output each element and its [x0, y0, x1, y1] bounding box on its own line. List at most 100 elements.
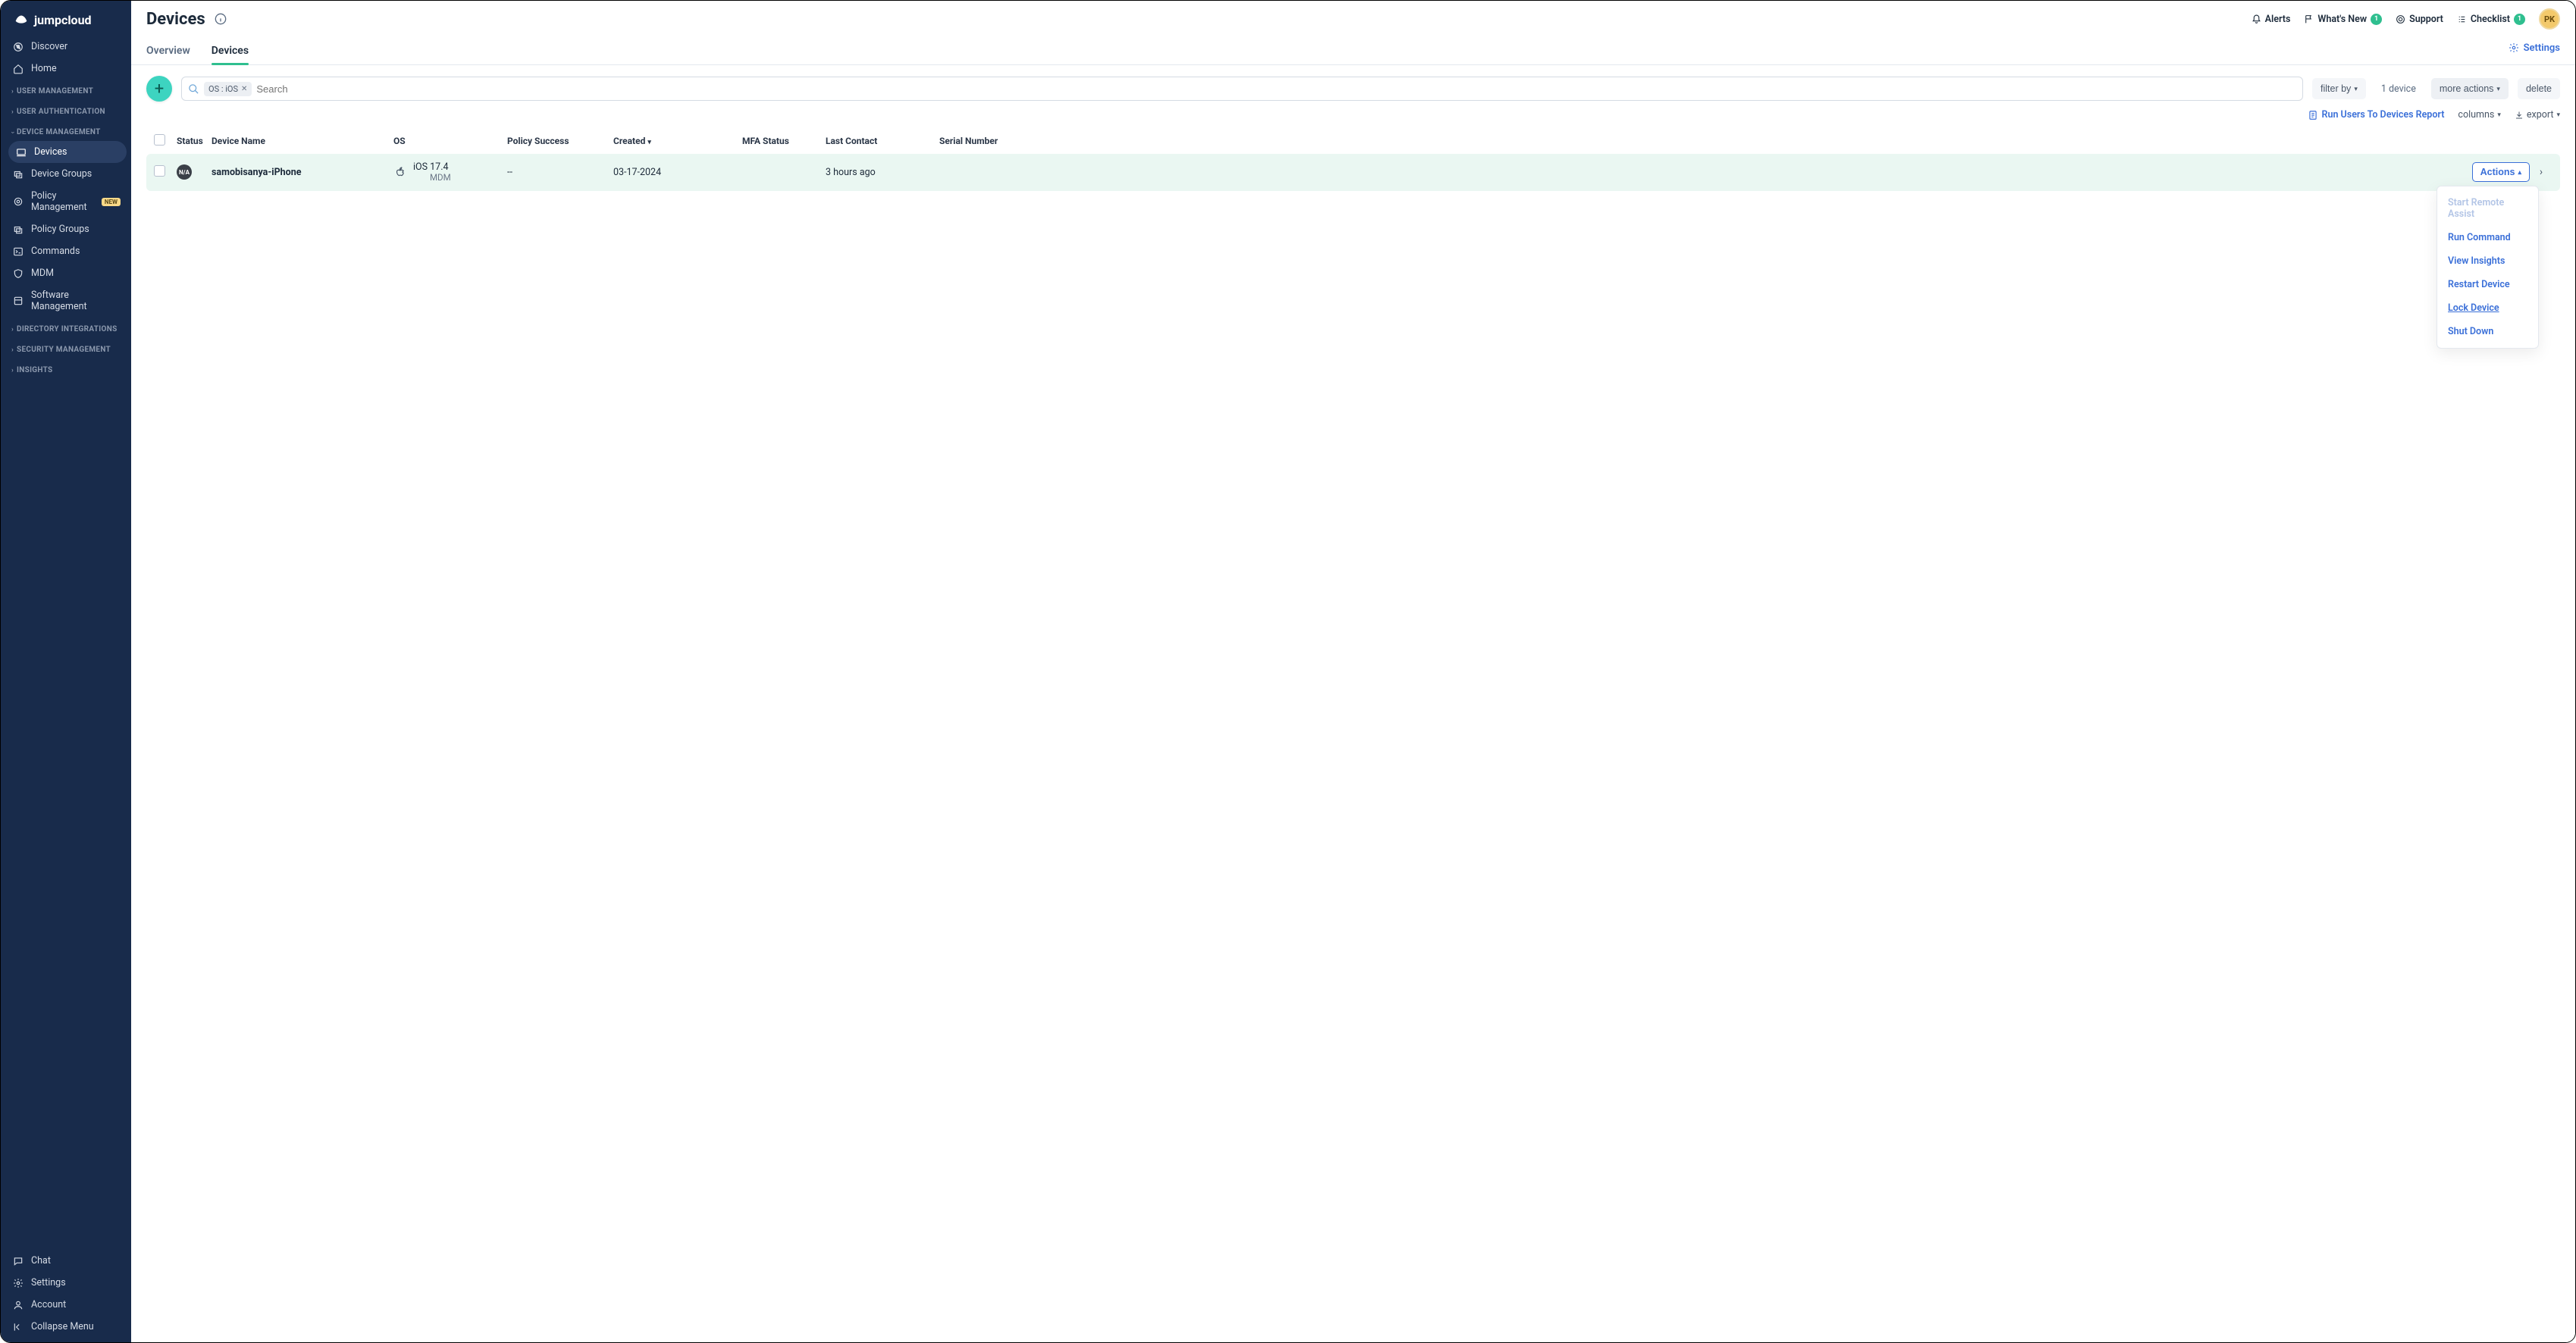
chevron-right-icon: ›: [11, 88, 14, 95]
export-icon: [2515, 111, 2524, 120]
chevron-down-icon: ▾: [2496, 85, 2500, 93]
sidebar-item-label: Chat: [31, 1255, 51, 1266]
delete-button[interactable]: delete: [2518, 78, 2560, 99]
table-header-row: Status Device Name OS Policy Success Cre…: [146, 128, 2560, 154]
sidebar-item-home[interactable]: Home: [1, 58, 131, 80]
subbar: Run Users To Devices Report columns▾ exp…: [131, 109, 2575, 128]
action-lock-device[interactable]: Lock Device: [2437, 296, 2538, 320]
tab-devices[interactable]: Devices: [212, 39, 249, 64]
th-name[interactable]: Device Name: [212, 136, 393, 146]
section-device-management[interactable]: ›DEVICE MANAGEMENT: [1, 121, 131, 141]
action-restart-device[interactable]: Restart Device: [2437, 273, 2538, 296]
section-user-authentication[interactable]: ›USER AUTHENTICATION: [1, 100, 131, 121]
table-row[interactable]: N/A samobisanya-iPhone iOS 17.4 MDM -- 0…: [146, 154, 2560, 191]
whats-new-link[interactable]: What's New 1: [2304, 14, 2382, 25]
export-button[interactable]: export▾: [2515, 109, 2560, 121]
sidebar-item-mdm[interactable]: MDM: [1, 262, 131, 284]
th-last[interactable]: Last Contact: [826, 136, 939, 146]
settings-link[interactable]: Settings: [2509, 42, 2560, 61]
sidebar-item-label: Software Management: [31, 290, 121, 312]
user-avatar[interactable]: PK: [2539, 8, 2560, 30]
home-icon: [13, 64, 24, 74]
th-os[interactable]: OS: [393, 136, 507, 146]
sidebar-item-policy-groups[interactable]: Policy Groups: [1, 218, 131, 240]
sidebar-item-commands[interactable]: Commands: [1, 240, 131, 262]
sidebar-item-collapse[interactable]: Collapse Menu: [1, 1316, 131, 1338]
more-actions-button[interactable]: more actions▾: [2431, 78, 2509, 99]
whats-new-count: 1: [2371, 14, 2382, 25]
brand-icon: [13, 11, 30, 28]
sidebar-item-label: Commands: [31, 246, 80, 257]
info-icon[interactable]: [215, 13, 227, 25]
filter-chip-os[interactable]: OS : iOS ✕: [204, 82, 252, 96]
action-run-command[interactable]: Run Command: [2437, 226, 2538, 249]
alerts-link[interactable]: Alerts: [2252, 14, 2291, 25]
sidebar-item-devices[interactable]: Devices: [8, 141, 127, 163]
row-actions-button[interactable]: Actions▴: [2472, 162, 2530, 182]
lifebuoy-icon: [2396, 14, 2405, 24]
row-checkbox[interactable]: [154, 165, 165, 177]
status-badge: N/A: [177, 164, 192, 180]
action-view-insights[interactable]: View Insights: [2437, 249, 2538, 273]
sidebar-item-label: Account: [31, 1299, 66, 1310]
search-input[interactable]: [256, 83, 2296, 95]
main-content: Devices Alerts What's New 1 Support: [131, 1, 2575, 1342]
layers-icon: [13, 169, 24, 180]
select-all-checkbox[interactable]: [154, 134, 165, 146]
sidebar-item-label: Policy Management: [31, 190, 94, 213]
document-icon: [2308, 110, 2318, 121]
sidebar-item-label: MDM: [31, 268, 54, 279]
gear-icon: [13, 1278, 24, 1288]
device-count: 1 device: [2375, 83, 2422, 95]
add-device-button[interactable]: +: [146, 76, 172, 102]
search-icon: [188, 83, 199, 95]
tabbar: Overview Devices Settings: [131, 33, 2575, 65]
chat-icon: [13, 1256, 24, 1266]
policy-success: --: [507, 167, 613, 178]
gear-icon: [2509, 42, 2519, 53]
section-insights[interactable]: ›INSIGHTS: [1, 358, 131, 379]
sidebar-item-label: Discover: [31, 41, 67, 52]
device-name[interactable]: samobisanya-iPhone: [212, 167, 393, 178]
sort-icon: ▾: [647, 139, 651, 146]
filter-by-button[interactable]: filter by▾: [2312, 78, 2366, 99]
sidebar-item-settings[interactable]: Settings: [1, 1272, 131, 1294]
action-start-remote: Start Remote Assist: [2437, 191, 2538, 226]
th-serial[interactable]: Serial Number: [939, 136, 2439, 146]
sidebar-item-device-groups[interactable]: Device Groups: [1, 163, 131, 185]
th-policy[interactable]: Policy Success: [507, 136, 613, 146]
target-icon: [13, 196, 24, 207]
th-mfa[interactable]: MFA Status: [742, 136, 826, 146]
expand-chevron-icon[interactable]: ›: [2540, 166, 2543, 178]
th-created[interactable]: Created ▾: [613, 136, 742, 146]
laptop-icon: [16, 147, 27, 158]
brand-logo[interactable]: jumpcloud: [1, 1, 131, 36]
chevron-right-icon: ›: [11, 346, 14, 354]
package-icon: [13, 296, 24, 306]
th-status[interactable]: Status: [177, 136, 212, 146]
sidebar-item-policy-management[interactable]: Policy Management NEW: [1, 185, 131, 218]
action-shut-down[interactable]: Shut Down: [2437, 320, 2538, 343]
chevron-down-icon: ›: [9, 131, 17, 133]
tab-overview[interactable]: Overview: [146, 39, 190, 64]
columns-button[interactable]: columns▾: [2458, 109, 2500, 121]
checklist-link[interactable]: Checklist 1: [2457, 14, 2525, 25]
compass-icon: [13, 42, 24, 52]
sidebar-item-discover[interactable]: Discover: [1, 36, 131, 58]
shield-icon: [13, 268, 24, 279]
bell-icon: [2252, 14, 2261, 24]
devices-table: Status Device Name OS Policy Success Cre…: [131, 128, 2575, 191]
sidebar-item-software-management[interactable]: Software Management: [1, 284, 131, 318]
section-directory-integrations[interactable]: ›DIRECTORY INTEGRATIONS: [1, 318, 131, 338]
section-user-management[interactable]: ›USER MANAGEMENT: [1, 80, 131, 100]
last-contact: 3 hours ago: [826, 167, 939, 178]
collapse-icon: [13, 1322, 24, 1332]
chip-remove-icon[interactable]: ✕: [241, 85, 247, 93]
terminal-icon: [13, 246, 24, 257]
section-security-management[interactable]: ›SECURITY MANAGEMENT: [1, 338, 131, 358]
sidebar-item-chat[interactable]: Chat: [1, 1250, 131, 1272]
sidebar-item-account[interactable]: Account: [1, 1294, 131, 1316]
run-report-link[interactable]: Run Users To Devices Report: [2308, 109, 2445, 121]
support-link[interactable]: Support: [2396, 14, 2443, 25]
checklist-count: 1: [2514, 14, 2525, 25]
